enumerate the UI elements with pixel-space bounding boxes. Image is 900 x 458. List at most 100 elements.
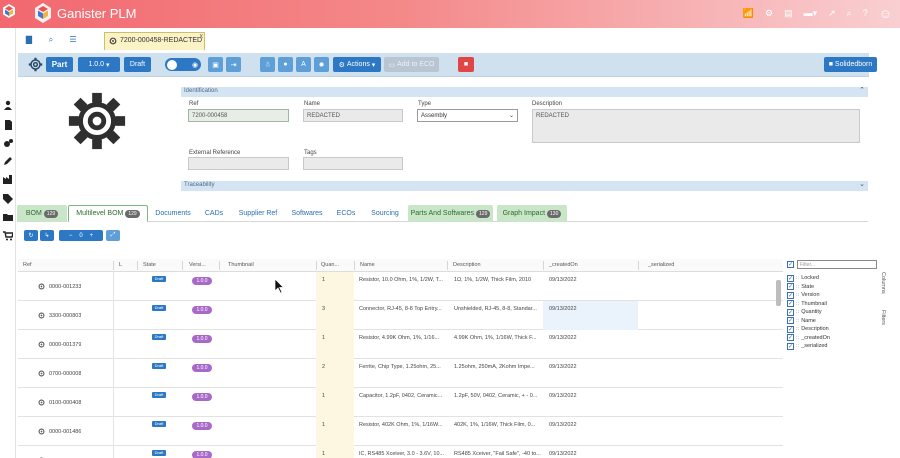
type-select[interactable]: Assembly ⌄ [417, 109, 518, 122]
assign-user-icon[interactable]: ☃ [260, 57, 275, 72]
sidebar-pencil-icon[interactable] [3, 156, 13, 166]
drag-handle-icon[interactable]: ∷ [796, 326, 799, 332]
external-link-icon[interactable]: ↗ [828, 8, 836, 19]
tab-cads[interactable]: CADs [199, 205, 229, 222]
tab-sourcing[interactable]: Sourcing [365, 205, 405, 222]
tab-supplier-ref[interactable]: Supplier Ref [233, 205, 283, 222]
column-toggle-item[interactable]: ✓ ∷ _serialized [787, 342, 827, 350]
column-checkbox[interactable]: ✓ [787, 342, 794, 350]
column-checkbox[interactable]: ✓ [787, 291, 794, 299]
tab-multilevel-bom[interactable]: Multilevel BOM 129 [68, 205, 148, 222]
column-checkbox[interactable]: ✓ [787, 283, 794, 290]
name-cell[interactable]: Resistor, 10.0 Ohm, 1%, 1/2W, T... [359, 277, 445, 283]
refresh-icon[interactable]: ↻ [24, 230, 38, 241]
app-logo-icon[interactable] [2, 4, 16, 18]
column-checkbox[interactable]: ✓ [787, 334, 794, 341]
tab-ecos[interactable]: ECOs [331, 205, 361, 222]
eye-icon[interactable]: ◉ [188, 57, 202, 72]
bug-icon[interactable]: ✹ [314, 57, 329, 72]
tab-parts-and-softwares[interactable]: Parts And Softwares 129 [408, 205, 493, 222]
search-icon[interactable]: ⌕ [847, 8, 852, 19]
drag-handle-icon[interactable]: ∷ [796, 275, 799, 281]
quantity-cell[interactable]: 3 [322, 306, 325, 312]
table-row[interactable]: 0000-001233 Draft 1.0.0 1 Resistor, 10.0 Ohm… [18, 272, 783, 301]
column-header-serialized[interactable]: _serialized [648, 262, 674, 268]
sidebar-cart-icon[interactable] [3, 231, 13, 241]
name-field[interactable]: REDACTED [303, 109, 403, 122]
name-cell[interactable]: Ferrite, Chip Type, 1.25ohm, 25... [359, 364, 445, 370]
list-icon[interactable]: ☰ [66, 33, 80, 47]
import-icon[interactable]: ⇥ [226, 57, 241, 72]
identification-section-header[interactable]: Identification ⌃ [181, 87, 868, 97]
name-cell[interactable]: Connector, RJ-45, 8-8 Top Entry... [359, 306, 445, 312]
column-checkbox[interactable]: ✓ [787, 274, 794, 282]
column-checkbox[interactable]: ✓ [787, 300, 794, 307]
grid-scrollbar[interactable] [776, 280, 781, 306]
tab-graph-impact[interactable]: Graph Impact 130 [497, 205, 567, 222]
column-checkbox[interactable]: ✓ [787, 325, 794, 333]
created-on-cell[interactable]: 09/13/2022 [549, 364, 577, 370]
description-cell[interactable]: 402K, 1%, 1/16W, Thick Film, 0... [454, 422, 542, 428]
plus-icon[interactable]: + [90, 233, 94, 239]
table-row[interactable]: 0100-000408 Draft 1.0.0 1 Capacitor, 1.2pF, … [18, 388, 783, 417]
description-cell[interactable]: 1Ω, 1%, 1/2W, Thick Film, 2010 [454, 277, 542, 283]
sidebar-folder-icon[interactable] [3, 212, 13, 222]
column-header-name[interactable]: Name [360, 262, 375, 268]
fullscreen-icon[interactable]: ⤢ [106, 230, 120, 241]
table-row[interactable]: 0000-001379 Draft 1.0.0 1 Resistor, 4.99K Oh… [18, 330, 783, 359]
table-row[interactable]: 0000-001486 Draft 1.0.0 1 Resistor, 402K Ohm… [18, 417, 783, 446]
column-toggle-item[interactable]: ✓ ∷ Quantity [787, 308, 822, 316]
add-to-eco-button[interactable]: ▭ Add to ECO [384, 57, 439, 72]
created-on-cell[interactable]: 09/13/2022 [549, 306, 577, 312]
description-cell[interactable]: RS485 Xceiver, "Fail Safe", -40 to... [454, 451, 542, 457]
filters-side-tab[interactable]: Filters [880, 310, 886, 325]
quantity-cell[interactable]: 1 [322, 335, 325, 341]
column-toggle-item[interactable]: ✓ ∷ Thumbnail [787, 300, 827, 308]
select-all-checkbox[interactable]: ✓ [787, 261, 794, 268]
database-icon[interactable]: ▤ [784, 8, 793, 19]
tab-softwares[interactable]: Softwares [287, 205, 327, 222]
ref-cell[interactable]: 0100-000408 [49, 400, 81, 406]
flag-icon[interactable]: ▬▾ [804, 8, 818, 19]
ref-cell[interactable]: 0700-000008 [49, 371, 81, 377]
tab-documents[interactable]: Documents [151, 205, 195, 222]
created-on-cell[interactable]: 09/13/2022 [549, 277, 577, 283]
collapse-chevron-icon[interactable]: ⌃ [859, 86, 865, 94]
sidebar-document-icon[interactable] [3, 120, 13, 130]
chart-icon[interactable]: ▇ [22, 33, 36, 47]
signature-icon[interactable]: Α [296, 57, 311, 72]
description-cell[interactable]: 1.25ohm, 250mA, 2Kohm Impe... [454, 364, 542, 370]
created-on-cell[interactable]: 09/13/2022 [549, 422, 577, 428]
search-tab-icon[interactable]: ⌕ [44, 33, 58, 47]
description-cell[interactable]: 1.2pF, 50V, 0402, Ceramic, + - 0... [454, 393, 542, 399]
plugin-icon[interactable]: ⚙ [765, 8, 773, 19]
column-header-thumbnail[interactable]: Thumbnail [228, 262, 254, 268]
actions-dropdown[interactable]: ⚙ Actions ▾ [333, 57, 381, 72]
drag-handle-icon[interactable]: ∷ [796, 343, 799, 349]
quantity-cell[interactable]: 1 [322, 277, 325, 283]
drag-handle-icon[interactable]: ∷ [796, 335, 799, 341]
created-on-cell[interactable]: 09/13/2022 [549, 393, 577, 399]
column-header-quantity[interactable]: Quan... [321, 262, 339, 268]
description-field[interactable]: REDACTED [532, 109, 860, 143]
name-cell[interactable]: Resistor, 4.99K Ohm, 1%, 1/16... [359, 335, 445, 341]
drag-handle-icon[interactable]: ∷ [796, 301, 799, 307]
column-toggle-item[interactable]: ✓ ∷ Locked [787, 274, 819, 282]
quantity-cell[interactable]: 1 [322, 451, 325, 457]
description-cell[interactable]: Unshielded, RJ-45, 8-8, Standar... [454, 306, 542, 312]
tab-bom[interactable]: BOM 129 [17, 205, 67, 222]
ref-cell[interactable]: 0000-001486 [49, 429, 81, 435]
drag-handle-icon[interactable]: ∷ [796, 292, 799, 298]
traceability-section-header[interactable]: Traceability ⌄ [181, 181, 868, 191]
sidebar-cogs-icon[interactable] [3, 138, 13, 148]
column-header-ref[interactable]: Ref [23, 262, 32, 268]
drag-handle-icon[interactable]: ∷ [796, 318, 799, 324]
table-row[interactable]: 2300-000564Draft1.0.01IC, RS485 Xceiver,… [18, 446, 783, 458]
column-header-description[interactable]: Description [453, 262, 481, 268]
name-cell[interactable]: Capacitor, 1.2pF, 0402, Ceramic... [359, 393, 445, 399]
tab-close-icon[interactable]: x [200, 33, 204, 40]
expand-tree-icon[interactable]: ↳ [40, 230, 54, 241]
column-toggle-item[interactable]: ✓ ∷ _createdOn [787, 334, 830, 342]
tags-field[interactable] [303, 157, 403, 170]
ref-cell[interactable]: 0000-001379 [49, 342, 81, 348]
